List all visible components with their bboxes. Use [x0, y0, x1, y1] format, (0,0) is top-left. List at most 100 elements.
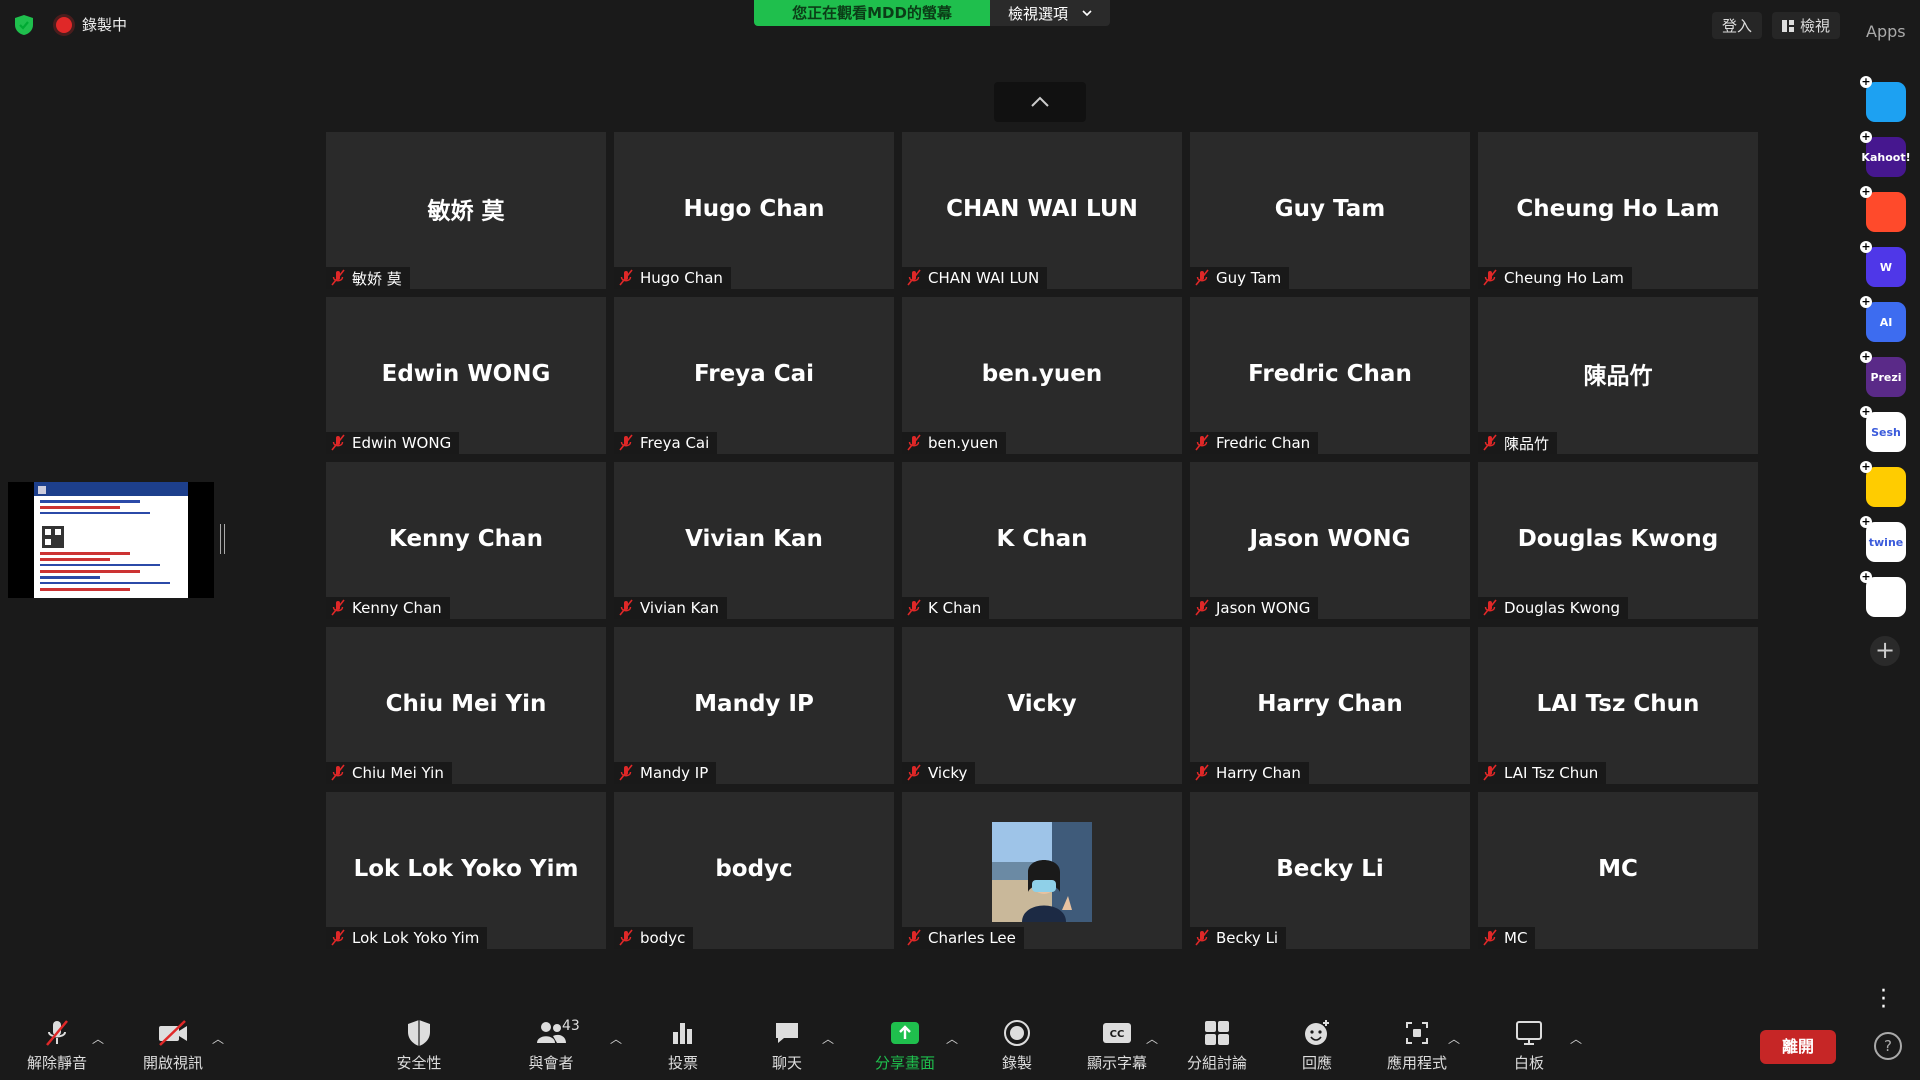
record-label: 錄製 — [1001, 1054, 1032, 1072]
participant-name-label: Freya Cai — [614, 432, 718, 454]
participant-tile[interactable]: Jason WONG Jason WONG — [1190, 462, 1470, 619]
whiteboard-button[interactable]: 白板 — [1484, 1018, 1574, 1073]
participant-name-label: Jason WONG — [1190, 597, 1319, 619]
participant-label-text: Vicky — [928, 764, 968, 782]
ai-assistant-icon[interactable]: + AI — [1860, 296, 1906, 342]
gallery-view-icon — [1782, 19, 1794, 32]
collapse-gallery-button[interactable] — [994, 82, 1086, 122]
participant-tile[interactable]: Cheung Ho Lam Cheung Ho Lam — [1478, 132, 1758, 289]
participant-name-label: Edwin WONG — [326, 432, 460, 454]
share-screen-button[interactable]: 分享畫面 — [860, 1018, 950, 1073]
share-screen-label: 分享畫面 — [874, 1054, 935, 1072]
participant-display-name: CHAN WAI LUN — [946, 195, 1138, 222]
participant-tile[interactable]: Chiu Mei Yin Chiu Mei Yin — [326, 627, 606, 784]
prezi-icon[interactable]: + Prezi — [1860, 351, 1906, 397]
participants-button[interactable]: 43 與會者 — [506, 1018, 596, 1073]
view-button-label: 檢視 — [1800, 17, 1831, 35]
shield-check-icon[interactable] — [14, 14, 34, 36]
participant-tile[interactable]: K Chan K Chan — [902, 462, 1182, 619]
share-screen-icon — [891, 1022, 919, 1044]
participants-caret-icon[interactable]: ︿ — [610, 1030, 622, 1047]
captions-caret-icon[interactable]: ︿ — [1146, 1030, 1158, 1047]
view-options-dropdown[interactable]: 檢視選項 — [990, 0, 1110, 26]
chevron-down-icon — [1082, 10, 1092, 17]
shared-screen-thumbnail[interactable] — [8, 482, 214, 598]
participant-tile[interactable]: Charles Lee — [902, 792, 1182, 949]
participant-label-text: Becky Li — [1216, 929, 1279, 947]
help-icon[interactable]: ? — [1874, 1032, 1902, 1060]
closed-captions-icon: CC — [1103, 1023, 1131, 1043]
participant-display-name: K Chan — [996, 525, 1088, 552]
apps-caret-icon[interactable]: ︿ — [1448, 1030, 1460, 1047]
participant-label-text: Vivian Kan — [640, 599, 719, 617]
breakout-rooms-button[interactable]: 分組討論 — [1172, 1018, 1262, 1073]
chat-button[interactable]: 聊天 — [742, 1018, 832, 1073]
app-icon-text: Sesh — [1871, 425, 1901, 439]
sesh-icon[interactable]: + Sesh — [1860, 406, 1906, 452]
participant-tile[interactable]: MC MC — [1478, 792, 1758, 949]
twine-icon[interactable]: + twine — [1860, 516, 1906, 562]
security-button[interactable]: 安全性 — [374, 1018, 464, 1073]
microphone-muted-icon — [1483, 269, 1497, 286]
clipchamp-icon[interactable]: + — [1860, 186, 1906, 232]
emoji-app-icon[interactable]: + — [1860, 461, 1906, 507]
leave-button[interactable]: 離開 — [1760, 1030, 1836, 1064]
kahoot-icon[interactable]: + Kahoot! — [1860, 131, 1911, 177]
microphone-muted-icon — [619, 434, 633, 451]
wordwall-icon[interactable]: + W — [1860, 241, 1906, 287]
participant-tile[interactable]: Freya Cai Freya Cai — [614, 297, 894, 454]
participant-label-text: Mandy IP — [640, 764, 709, 782]
start-video-button[interactable]: 開啟視訊 — [128, 1018, 218, 1073]
audio-options-caret-icon[interactable]: ︿ — [92, 1030, 104, 1047]
more-options-icon[interactable]: · · · — [1880, 981, 1887, 1019]
participant-display-name: Becky Li — [1276, 855, 1384, 882]
slido-icon[interactable]: + — [1860, 76, 1906, 122]
reactions-button[interactable]: 回應 — [1272, 1018, 1362, 1073]
add-badge-icon: + — [1860, 515, 1872, 528]
document-preview-image — [34, 482, 188, 591]
whiteboard-caret-icon[interactable]: ︿ — [1570, 1030, 1582, 1047]
participant-tile[interactable]: Mandy IP Mandy IP — [614, 627, 894, 784]
participant-name-label: Mandy IP — [614, 762, 717, 784]
polls-button[interactable]: 投票 — [638, 1018, 728, 1073]
participant-tile[interactable]: ben.yuen ben.yuen — [902, 297, 1182, 454]
microphone-muted-icon — [1483, 764, 1497, 781]
participant-label-text: Cheung Ho Lam — [1504, 269, 1624, 287]
participant-label-text: ben.yuen — [928, 434, 999, 452]
share-options-caret-icon[interactable]: ︿ — [946, 1030, 958, 1047]
participant-tile[interactable]: Vicky Vicky — [902, 627, 1182, 784]
chat-bubble-icon — [776, 1023, 798, 1043]
participant-tile[interactable]: 敏娇 莫敏娇 莫 — [326, 132, 606, 289]
microphone-muted-icon — [1195, 929, 1209, 946]
participant-tile[interactable]: 陳品竹 陳品竹 — [1478, 297, 1758, 454]
participant-tile[interactable]: Douglas Kwong Douglas Kwong — [1478, 462, 1758, 619]
resize-handle[interactable] — [220, 524, 225, 554]
participant-tile[interactable]: CHAN WAI LUN CHAN WAI LUN — [902, 132, 1182, 289]
microphone-muted-icon — [907, 599, 921, 616]
video-options-caret-icon[interactable]: ︿ — [212, 1030, 224, 1047]
participant-name-label: Chiu Mei Yin — [326, 762, 452, 784]
participant-tile[interactable]: Vivian Kan Vivian Kan — [614, 462, 894, 619]
login-button[interactable]: 登入 — [1712, 12, 1763, 39]
view-button[interactable]: 檢視 — [1772, 12, 1841, 39]
participant-tile[interactable]: bodyc bodyc — [614, 792, 894, 949]
participant-tile[interactable]: Becky Li Becky Li — [1190, 792, 1470, 949]
participant-tile[interactable]: Fredric Chan Fredric Chan — [1190, 297, 1470, 454]
participant-count: 43 — [562, 1018, 580, 1034]
participant-tile[interactable]: Guy Tam Guy Tam — [1190, 132, 1470, 289]
add-app-button[interactable]: + — [1870, 636, 1900, 666]
participant-tile[interactable]: Kenny Chan Kenny Chan — [326, 462, 606, 619]
blocks-app-icon[interactable]: + — [1860, 571, 1906, 617]
participant-tile[interactable]: Edwin WONG Edwin WONG — [326, 297, 606, 454]
participant-display-name: bodyc — [715, 855, 793, 882]
unmute-button[interactable]: 解除靜音 — [12, 1018, 102, 1073]
participant-tile[interactable]: Harry Chan Harry Chan — [1190, 627, 1470, 784]
record-button[interactable]: 錄製 — [972, 1018, 1062, 1073]
participant-tile[interactable]: Hugo Chan Hugo Chan — [614, 132, 894, 289]
participant-tile[interactable]: LAI Tsz Chun LAI Tsz Chun — [1478, 627, 1758, 784]
participant-tile[interactable]: Lok Lok Yoko Yim Lok Lok Yoko Yim — [326, 792, 606, 949]
apps-toolbar-label: 應用程式 — [1386, 1054, 1447, 1072]
chat-caret-icon[interactable]: ︿ — [822, 1030, 834, 1047]
top-bar: 錄製中 您正在觀看MDD的螢幕 檢視選項 登入 檢視 Apps — [0, 0, 1920, 50]
whiteboard-icon — [1516, 1021, 1542, 1045]
